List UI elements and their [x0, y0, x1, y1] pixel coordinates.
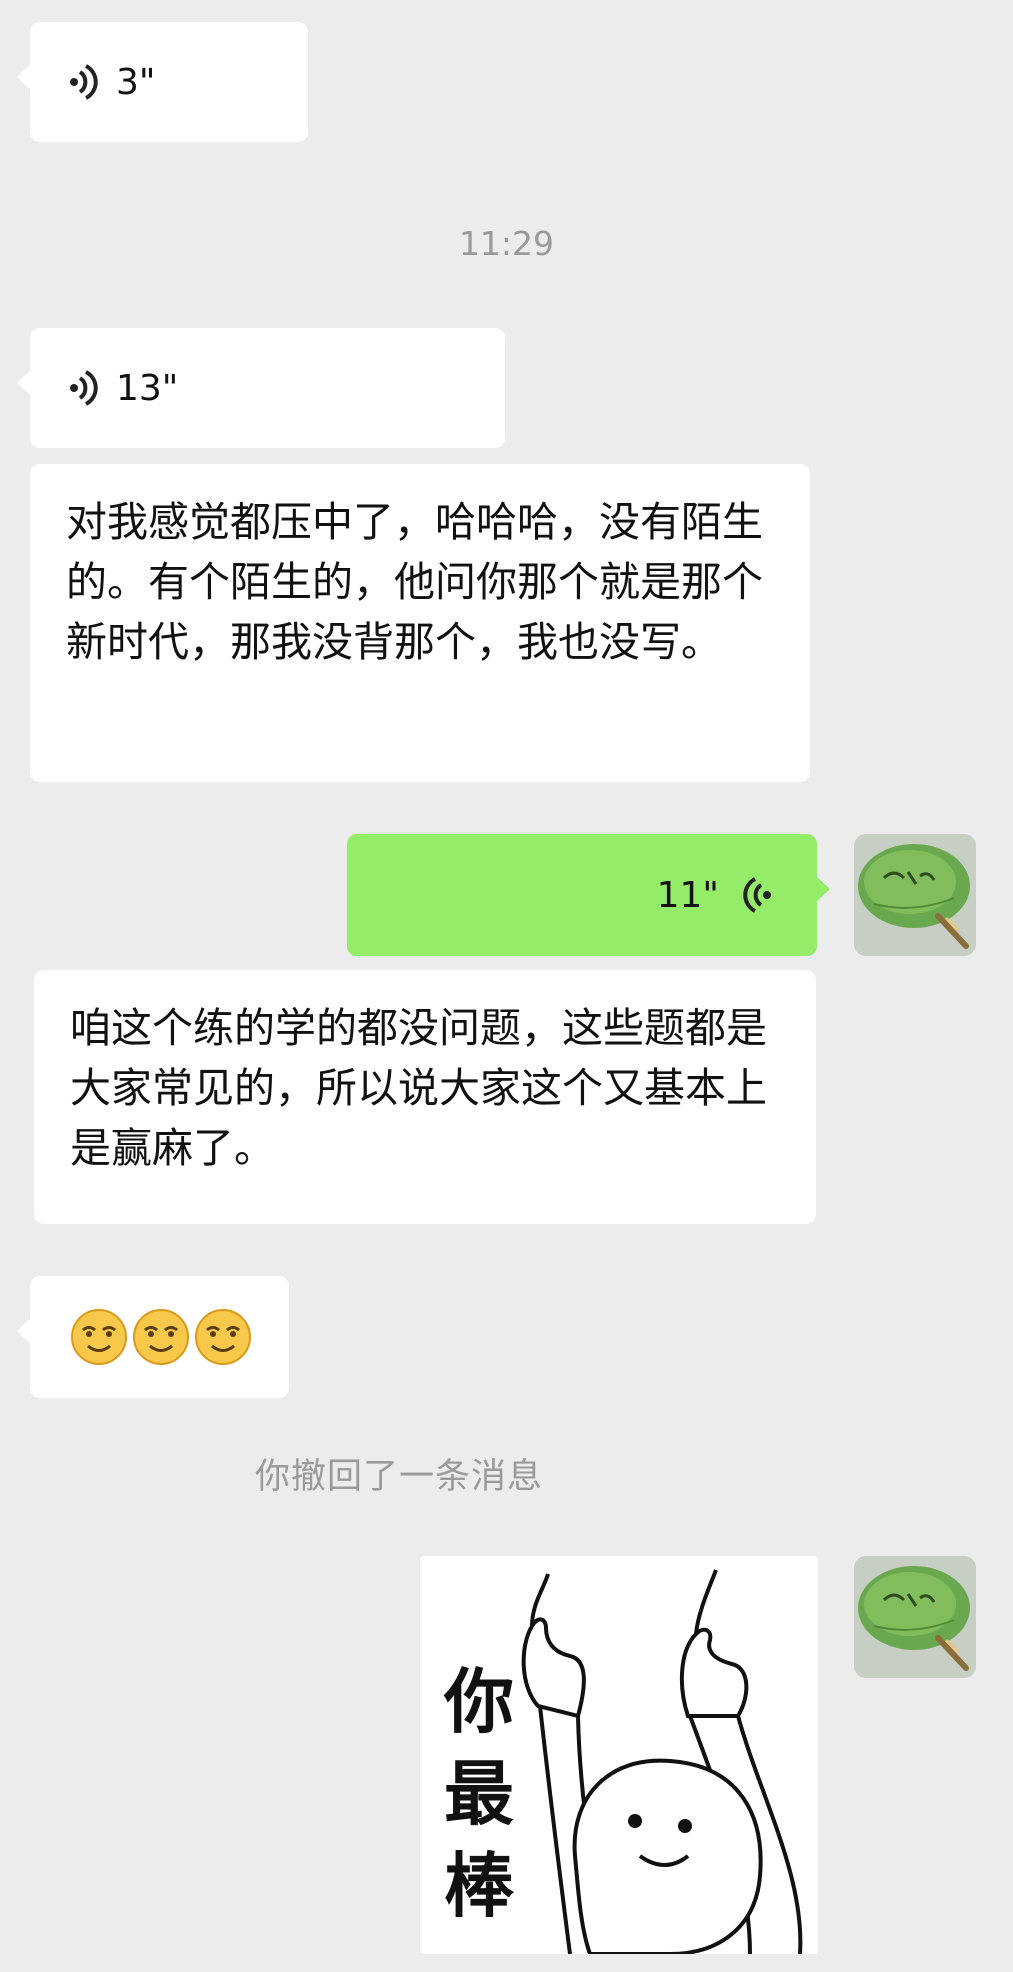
smirk-emoji-icon — [71, 1309, 127, 1365]
voice-message: 11" — [347, 834, 817, 956]
recall-notice: 你撤回了一条消息 — [255, 1457, 544, 1497]
emoji-row — [30, 1276, 289, 1398]
chat-timestamp: 11:29 — [458, 224, 555, 263]
user-avatar[interactable] — [854, 834, 976, 956]
voice-message-bubble[interactable]: 3" — [17, 22, 308, 142]
voice-message: 3" — [30, 22, 308, 142]
voice-wave-icon — [70, 370, 98, 406]
outgoing-voice-message-bubble[interactable]: 11" — [347, 834, 830, 956]
thumbs-up-character-icon — [521, 1569, 803, 1954]
voice-duration: 13" — [116, 367, 179, 409]
voice-wave-icon — [70, 64, 98, 100]
smirk-emoji-icon — [133, 1309, 189, 1365]
message-text: 对我感觉都压中了，哈哈哈，没有陌生的。有个陌生的，他问你那个就是那个新时代，那我… — [66, 498, 763, 666]
voice-duration: 3" — [116, 61, 156, 103]
message-text: 咱这个练的学的都没问题，这些题都是大家常见的，所以说大家这个又基本上是赢麻了。 — [70, 1004, 767, 1172]
green-fan-avatar-icon — [854, 834, 976, 956]
voice-wave-icon — [743, 877, 771, 913]
voice-message-bubble[interactable]: 13" — [17, 328, 505, 448]
sticker-message[interactable]: 你最棒 — [420, 1556, 818, 1954]
user-avatar[interactable] — [854, 1556, 976, 1678]
chat-area: 3" 11:29 13" 对我感觉都压中了，哈哈哈，没有陌生的。有个陌生的，他问… — [0, 0, 1013, 1972]
emoji-message-bubble[interactable] — [17, 1276, 289, 1398]
voice-duration: 11" — [656, 874, 719, 916]
green-fan-avatar-icon — [854, 1556, 976, 1678]
voice-transcript-bubble[interactable]: 对我感觉都压中了，哈哈哈，没有陌生的。有个陌生的，他问你那个就是那个新时代，那我… — [30, 464, 810, 782]
voice-transcript-bubble[interactable]: 咱这个练的学的都没问题，这些题都是大家常见的，所以说大家这个又基本上是赢麻了。 — [34, 970, 816, 1224]
voice-message: 13" — [30, 328, 505, 448]
smirk-emoji-icon — [195, 1309, 251, 1365]
